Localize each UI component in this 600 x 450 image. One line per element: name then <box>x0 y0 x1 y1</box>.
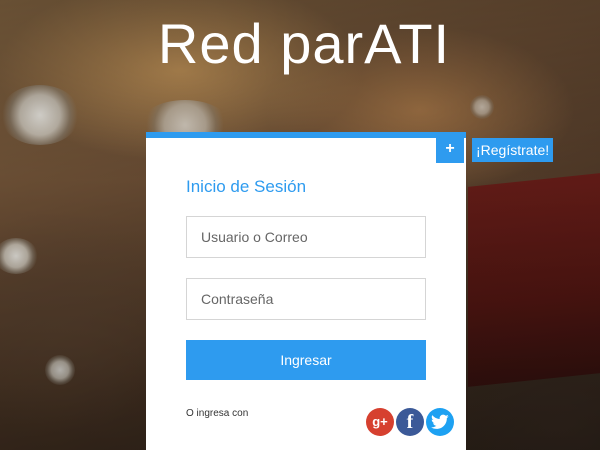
login-heading: Inicio de Sesión <box>186 177 307 196</box>
register-link[interactable]: ¡Regístrate! <box>472 138 554 162</box>
site-title: Red parATI <box>157 12 451 75</box>
alternative-login-label: O ingresa con <box>186 408 249 419</box>
google-plus-icon[interactable]: g+ <box>366 408 394 436</box>
twitter-icon[interactable] <box>426 408 454 436</box>
facebook-icon[interactable]: f <box>396 408 424 436</box>
password-input[interactable] <box>186 278 426 320</box>
username-input[interactable] <box>186 216 426 258</box>
twitter-bird-icon <box>431 414 449 429</box>
register-plus-icon[interactable]: + <box>436 137 464 163</box>
login-button[interactable]: Ingresar <box>186 340 426 380</box>
